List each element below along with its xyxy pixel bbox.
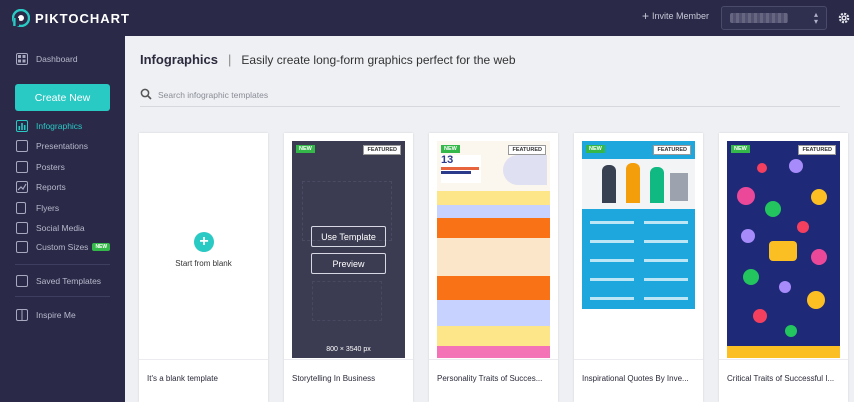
app-name: PIKTOCHART: [35, 10, 130, 26]
sidebar-divider: [15, 264, 110, 265]
search-input[interactable]: [158, 87, 658, 103]
template-size: 800 × 3540 px: [326, 346, 371, 353]
saved-templates-icon: [16, 275, 28, 287]
sidebar-item-label: Dashboard: [36, 54, 78, 64]
template-name: Personality Traits of Succes...: [437, 374, 543, 383]
sidebar: Dashboard Create New Infographics Presen…: [0, 36, 125, 402]
page-header: Infographics | Easily create long-form g…: [140, 52, 516, 67]
template-name: Storytelling In Business: [292, 374, 376, 383]
thumbnail-row: [437, 346, 550, 358]
template-card-blank[interactable]: + Start from blank It's a blank template: [139, 133, 268, 402]
template-card-storytelling[interactable]: NEW FEATURED Use Template Preview 800 × …: [284, 133, 413, 402]
card-divider: [284, 359, 413, 360]
thumbnail-row: [437, 238, 550, 276]
sidebar-item-label: Flyers: [36, 203, 60, 213]
new-badge: NEW: [296, 145, 315, 153]
thumbnail-row: [437, 276, 550, 300]
presentation-icon: [16, 140, 28, 152]
thumbnail-illustration: [503, 155, 547, 185]
sidebar-item-social-media[interactable]: Social Media: [0, 219, 125, 237]
card-divider: [139, 359, 268, 360]
custom-sizes-icon: [16, 241, 28, 253]
new-badge: NEW: [731, 145, 750, 153]
gear-icon[interactable]: [838, 12, 850, 24]
template-card-critical-traits[interactable]: NEW FEATURED Critical Traits of Successf…: [719, 133, 848, 402]
sidebar-item-flyers[interactable]: Flyers: [0, 199, 125, 217]
social-media-icon: [16, 222, 28, 234]
featured-badge: FEATURED: [653, 145, 691, 155]
sidebar-item-label: Social Media: [36, 223, 85, 233]
page-subtitle: Easily create long-form graphics perfect…: [241, 52, 516, 67]
sidebar-item-infographics[interactable]: Infographics: [0, 117, 125, 135]
card-divider: [574, 359, 703, 360]
template-card-inspirational-quotes[interactable]: NEW FEATURED Inspirational Quotes By Inv…: [574, 133, 703, 402]
sidebar-item-label: Posters: [36, 162, 65, 172]
poster-icon: [16, 161, 28, 173]
logo[interactable]: PIKTOCHART: [12, 9, 130, 27]
sidebar-item-dashboard[interactable]: Dashboard: [0, 50, 125, 68]
page-title: Infographics: [140, 52, 219, 67]
template-card-personality-traits[interactable]: NEW FEATURED 13 Personality Traits of Su…: [429, 133, 558, 402]
sidebar-item-posters[interactable]: Posters: [0, 158, 125, 176]
thumbnail-title-block: 13: [441, 155, 481, 183]
new-badge: NEW: [586, 145, 605, 153]
inspire-me-icon: [16, 309, 28, 321]
bar-chart-icon: [16, 120, 28, 132]
card-divider: [429, 359, 558, 360]
sidebar-item-reports[interactable]: Reports: [0, 178, 125, 196]
start-from-blank-label: Start from blank: [175, 259, 232, 268]
search-icon: [140, 88, 152, 100]
template-thumbnail: NEW FEATURED 13: [437, 141, 550, 358]
template-name: It's a blank template: [147, 374, 218, 383]
sidebar-item-label: Saved Templates: [36, 276, 102, 286]
thumbnail-row: [437, 300, 550, 326]
card-divider: [719, 359, 848, 360]
sidebar-item-saved-templates[interactable]: Saved Templates: [0, 272, 125, 290]
template-thumbnail: NEW FEATURED: [727, 141, 840, 358]
sidebar-item-custom-sizes[interactable]: Custom Sizes NEW: [0, 238, 125, 256]
new-badge: NEW: [441, 145, 460, 153]
thumbnail-decoration: [312, 281, 382, 321]
featured-badge: FEATURED: [363, 145, 401, 155]
thumbnail-row: [437, 218, 550, 238]
sidebar-item-label: Reports: [36, 182, 66, 192]
use-template-button[interactable]: Use Template: [311, 226, 386, 247]
account-switcher[interactable]: ▴ ▾: [721, 6, 827, 30]
preview-button[interactable]: Preview: [311, 253, 386, 274]
sidebar-item-label: Presentations: [36, 141, 88, 151]
sidebar-item-label: Custom Sizes: [36, 242, 89, 252]
template-name: Inspirational Quotes By Inve...: [582, 374, 689, 383]
thumbnail-footer: [582, 309, 695, 358]
template-name: Critical Traits of Successful I...: [727, 374, 835, 383]
create-new-button[interactable]: Create New: [15, 84, 110, 111]
sidebar-item-label: Infographics: [36, 121, 83, 131]
new-badge: NEW: [92, 243, 111, 251]
dashboard-icon: [16, 53, 28, 65]
plus-icon[interactable]: +: [194, 232, 214, 252]
thumbnail-row: [437, 191, 550, 205]
featured-badge: FEATURED: [508, 145, 546, 155]
thumbnail-illustration: [582, 159, 695, 209]
template-thumbnail: NEW FEATURED: [582, 141, 695, 358]
title-separator: |: [228, 52, 232, 67]
invite-member-label: Invite Member: [652, 11, 710, 21]
thumbnail-row: [437, 326, 550, 346]
sidebar-item-label: Inspire Me: [36, 310, 76, 320]
invite-member-button[interactable]: + Invite Member: [642, 8, 710, 23]
top-bar: PIKTOCHART + Invite Member ▴ ▾: [0, 0, 854, 36]
plus-icon: +: [642, 8, 650, 23]
thumbnail-row: [437, 205, 550, 218]
sidebar-item-inspire-me[interactable]: Inspire Me: [0, 306, 125, 324]
sidebar-divider: [15, 296, 110, 297]
account-name-redacted: [730, 13, 788, 23]
flyer-icon: [16, 202, 26, 214]
search-bar: [140, 85, 840, 107]
featured-badge: FEATURED: [798, 145, 836, 155]
report-icon: [16, 181, 28, 193]
piktochart-logo-icon: [12, 9, 30, 27]
sidebar-item-presentations[interactable]: Presentations: [0, 137, 125, 155]
template-thumbnail: NEW FEATURED Use Template Preview 800 × …: [292, 141, 405, 358]
chevron-updown-icon: ▴ ▾: [814, 10, 819, 26]
